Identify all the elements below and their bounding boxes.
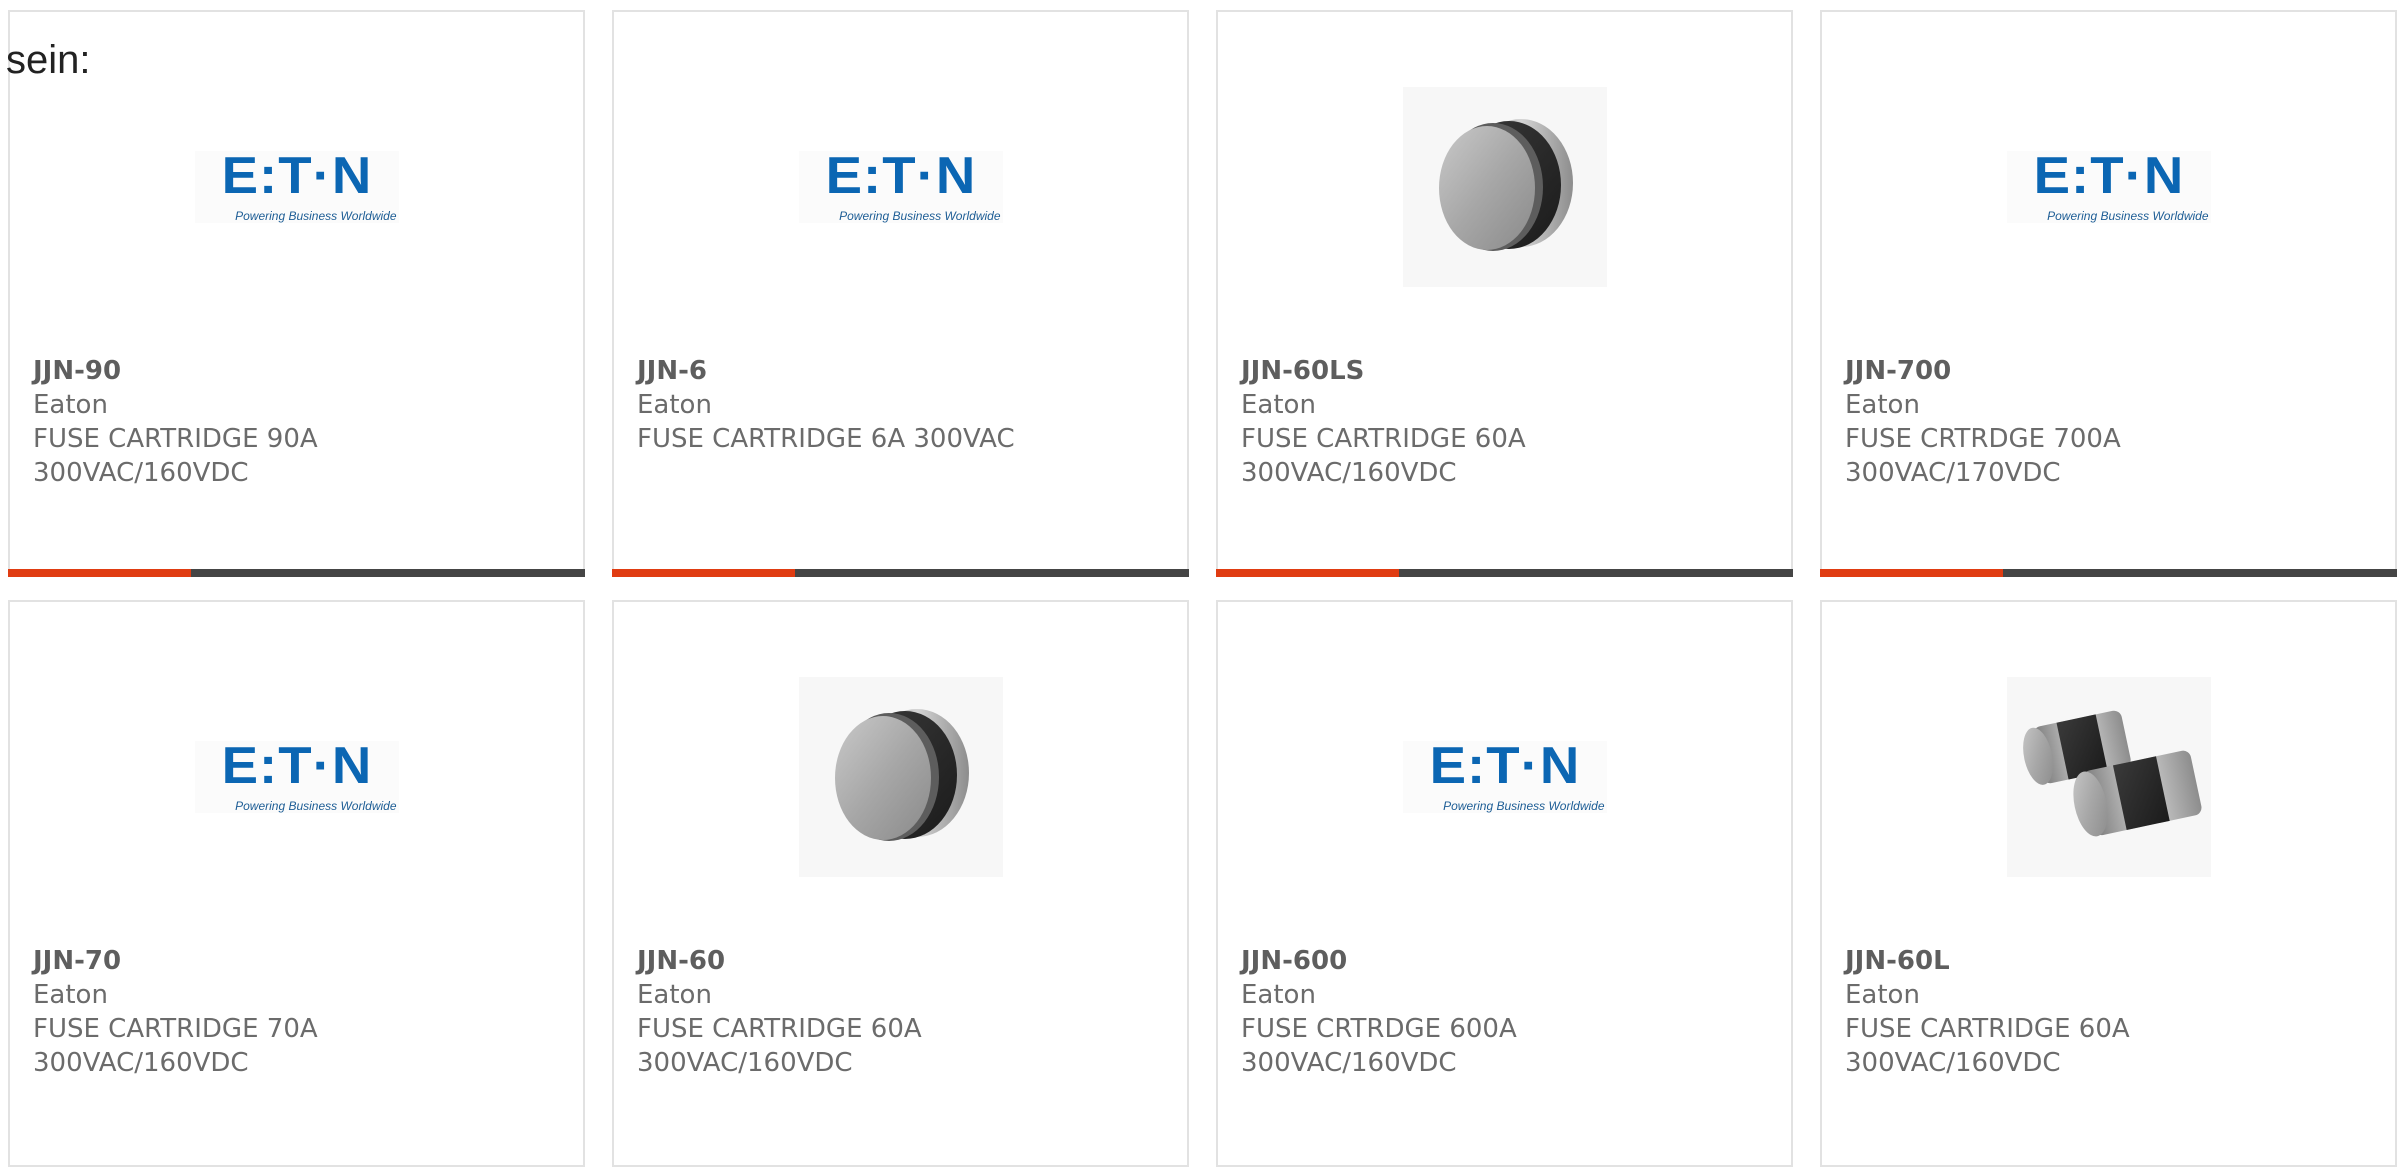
product-card-jjn-60l[interactable]: JJN-60L Eaton FUSE CARTRIDGE 60A 300VAC/16…: [1820, 600, 2397, 1167]
eaton-logo-tagline: Powering Business Worldwide: [2047, 209, 2209, 223]
product-image[interactable]: [614, 672, 1187, 882]
manufacturer: Eaton: [637, 980, 712, 1010]
product-info: JJN-600 Eaton FUSE CRTRDGE 600A 300VAC/160…: [1241, 944, 1681, 1080]
product-card-jjn-700[interactable]: E:T·N Powering Business Worldwide JJN-700 E…: [1820, 10, 2397, 577]
product-description: FUSE CARTRIDGE 60A 300VAC/160VDC: [1845, 1014, 2130, 1078]
eaton-logo: E:T·N Powering Business Worldwide: [798, 150, 1003, 223]
eaton-logo-tagline: Powering Business Worldwide: [839, 209, 1001, 223]
eaton-logo-tagline: Powering Business Worldwide: [235, 799, 397, 813]
product-description: FUSE CRTRDGE 700A 300VAC/170VDC: [1845, 424, 2121, 488]
product-description: FUSE CARTRIDGE 60A 300VAC/160VDC: [637, 1014, 922, 1078]
fuse-cartridge-image: [798, 677, 1003, 877]
manufacturer: Eaton: [33, 390, 108, 420]
eaton-logo-word: E:T·N: [221, 147, 372, 205]
eaton-logo-word: E:T·N: [1429, 737, 1580, 795]
eaton-logo-word: E:T·N: [2033, 147, 2184, 205]
product-image[interactable]: E:T·N Powering Business Worldwide: [10, 82, 583, 292]
part-number[interactable]: JJN-6: [637, 354, 1077, 388]
product-info: JJN-6 Eaton FUSE CARTRIDGE 6A 300VAC: [637, 354, 1077, 456]
eaton-logo-word: E:T·N: [221, 737, 372, 795]
part-number[interactable]: JJN-60L: [1845, 944, 2285, 978]
manufacturer: Eaton: [1241, 980, 1316, 1010]
product-info: JJN-90 Eaton FUSE CARTRIDGE 90A 300VAC/160…: [33, 354, 473, 490]
product-card-jjn-90[interactable]: E:T·N Powering Business Worldwide JJN-90 Ea…: [8, 10, 585, 577]
part-number[interactable]: JJN-700: [1845, 354, 2285, 388]
product-image[interactable]: E:T·N Powering Business Worldwide: [614, 82, 1187, 292]
product-description: FUSE CARTRIDGE 6A 300VAC: [637, 424, 1015, 454]
part-number[interactable]: JJN-60: [637, 944, 1077, 978]
card-bottom-bar: [612, 569, 1189, 577]
product-card-jjn-6[interactable]: E:T·N Powering Business Worldwide JJN-6 Eat…: [612, 10, 1189, 577]
card-bottom-bar-accent: [1216, 569, 1399, 577]
eaton-logo: E:T·N Powering Business Worldwide: [2006, 150, 2211, 223]
fuse-cartridge-image: [1402, 87, 1607, 287]
product-image[interactable]: E:T·N Powering Business Worldwide: [1822, 82, 2395, 292]
manufacturer: Eaton: [33, 980, 108, 1010]
card-bottom-bar-accent: [8, 569, 191, 577]
card-bottom-bar: [8, 569, 585, 577]
card-bottom-bar-accent: [1820, 569, 2003, 577]
product-info: JJN-60L Eaton FUSE CARTRIDGE 60A 300VAC/16…: [1845, 944, 2285, 1080]
card-bottom-bar: [1216, 569, 1793, 577]
eaton-logo: E:T·N Powering Business Worldwide: [1402, 740, 1607, 813]
product-info: JJN-60 Eaton FUSE CARTRIDGE 60A 300VAC/160…: [637, 944, 1077, 1080]
product-info: JJN-60LS Eaton FUSE CARTRIDGE 60A 300VAC/1…: [1241, 354, 1681, 490]
product-image[interactable]: E:T·N Powering Business Worldwide: [10, 672, 583, 882]
product-card-jjn-600[interactable]: E:T·N Powering Business Worldwide JJN-600 E…: [1216, 600, 1793, 1167]
product-description: FUSE CARTRIDGE 90A 300VAC/160VDC: [33, 424, 318, 488]
eaton-logo: E:T·N Powering Business Worldwide: [194, 150, 399, 223]
product-description: FUSE CARTRIDGE 60A 300VAC/160VDC: [1241, 424, 1526, 488]
eaton-logo-word: E:T·N: [825, 147, 976, 205]
eaton-logo-tagline: Powering Business Worldwide: [235, 209, 397, 223]
product-image[interactable]: [1822, 672, 2395, 882]
product-card-jjn-70[interactable]: E:T·N Powering Business Worldwide JJN-70 Ea…: [8, 600, 585, 1167]
lead-text: sein:: [6, 38, 91, 82]
product-image[interactable]: [1218, 82, 1791, 292]
part-number[interactable]: JJN-600: [1241, 944, 1681, 978]
manufacturer: Eaton: [1845, 980, 1920, 1010]
eaton-logo-tagline: Powering Business Worldwide: [1443, 799, 1605, 813]
product-card-jjn-60ls[interactable]: JJN-60LS Eaton FUSE CARTRIDGE 60A 300VAC/1…: [1216, 10, 1793, 577]
part-number[interactable]: JJN-70: [33, 944, 473, 978]
product-description: FUSE CARTRIDGE 70A 300VAC/160VDC: [33, 1014, 318, 1078]
product-description: FUSE CRTRDGE 600A 300VAC/160VDC: [1241, 1014, 1517, 1078]
product-info: JJN-700 Eaton FUSE CRTRDGE 700A 300VAC/170…: [1845, 354, 2285, 490]
fuse-pair-image: [2006, 677, 2211, 877]
manufacturer: Eaton: [637, 390, 712, 420]
manufacturer: Eaton: [1845, 390, 1920, 420]
product-image[interactable]: E:T·N Powering Business Worldwide: [1218, 672, 1791, 882]
part-number[interactable]: JJN-90: [33, 354, 473, 388]
product-card-jjn-60[interactable]: JJN-60 Eaton FUSE CARTRIDGE 60A 300VAC/160…: [612, 600, 1189, 1167]
eaton-logo: E:T·N Powering Business Worldwide: [194, 740, 399, 813]
manufacturer: Eaton: [1241, 390, 1316, 420]
product-info: JJN-70 Eaton FUSE CARTRIDGE 70A 300VAC/160…: [33, 944, 473, 1080]
part-number[interactable]: JJN-60LS: [1241, 354, 1681, 388]
card-bottom-bar: [1820, 569, 2397, 577]
card-bottom-bar-accent: [612, 569, 795, 577]
